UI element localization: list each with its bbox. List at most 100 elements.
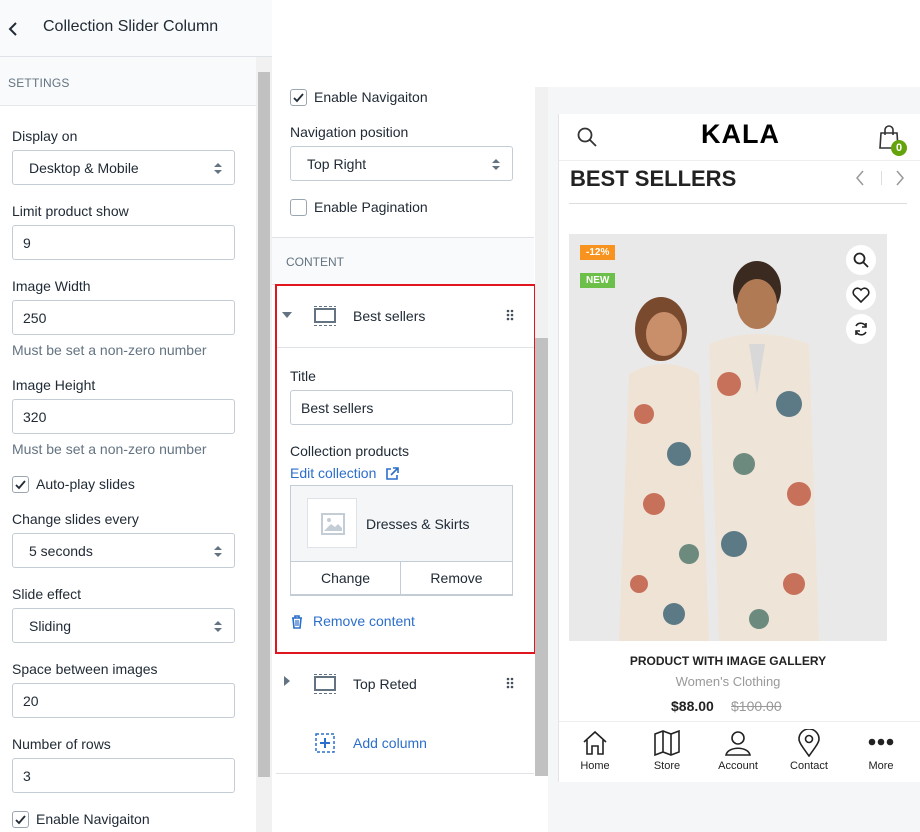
bottom-nav-label: Account xyxy=(718,760,758,772)
enable-nav-label: Enable Navigaiton xyxy=(314,89,428,105)
selected-block-highlight xyxy=(275,284,536,654)
limit-product-value: 9 xyxy=(23,235,31,251)
left-scrollbar-thumb[interactable] xyxy=(258,72,270,777)
enable-pagination-label: Enable Pagination xyxy=(314,199,428,215)
image-width-hint: Must be set a non-zero number xyxy=(12,342,207,358)
nav-separator xyxy=(881,171,882,185)
enable-nav-label-left: Enable Navigaiton xyxy=(36,811,150,827)
product-compare-price: $100.00 xyxy=(731,698,782,714)
nav-position-value: Top Right xyxy=(307,156,367,172)
enable-nav-checkbox[interactable] xyxy=(290,89,307,106)
product-photo-illustration xyxy=(569,234,887,641)
image-width-value: 250 xyxy=(23,310,47,326)
quickview-button[interactable] xyxy=(846,245,876,275)
panel-header: Collection Slider Column xyxy=(0,0,272,57)
bottom-nav: Home Store Account Contact More xyxy=(559,721,920,782)
add-column-row[interactable]: Add column xyxy=(276,714,534,774)
bottom-nav-account[interactable]: Account xyxy=(710,722,766,782)
space-between-value: 20 xyxy=(23,693,39,709)
autoplay-label: Auto-play slides xyxy=(36,476,135,492)
store-logo[interactable]: KALA xyxy=(701,119,780,150)
product-title[interactable]: PRODUCT WITH IMAGE GALLERY xyxy=(559,654,897,668)
image-width-label: Image Width xyxy=(12,278,91,294)
change-slides-select[interactable]: 5 seconds xyxy=(12,533,235,568)
bottom-nav-store[interactable]: Store xyxy=(639,722,695,782)
settings-panel: Collection Slider Column SETTINGS Displa… xyxy=(0,0,272,832)
bottom-nav-home[interactable]: Home xyxy=(567,722,623,782)
image-height-label: Image Height xyxy=(12,377,96,393)
compare-button[interactable] xyxy=(846,314,876,344)
checkmark-icon xyxy=(293,93,304,103)
limit-product-input[interactable]: 9 xyxy=(12,225,235,260)
display-on-select[interactable]: Desktop & Mobile xyxy=(12,150,235,185)
rows-value: 3 xyxy=(23,768,31,784)
slide-effect-value: Sliding xyxy=(29,618,72,634)
sale-badge: -12% xyxy=(580,245,616,260)
section-title: BEST SELLERS xyxy=(570,166,737,191)
nav-position-select[interactable]: Top Right xyxy=(290,146,513,181)
bottom-nav-label: More xyxy=(868,760,894,772)
title-underline xyxy=(569,203,907,204)
checkmark-icon xyxy=(15,480,26,490)
select-arrows-icon xyxy=(492,159,500,170)
bottom-nav-contact[interactable]: Contact xyxy=(781,722,837,782)
display-on-label: Display on xyxy=(12,128,78,144)
bottom-nav-label: Home xyxy=(580,760,610,772)
nav-position-label: Navigation position xyxy=(290,124,409,140)
settings-section-label: SETTINGS xyxy=(8,76,70,90)
add-block-icon xyxy=(315,733,335,753)
header-divider xyxy=(559,160,920,161)
product-category: Women's Clothing xyxy=(675,674,781,689)
wishlist-button[interactable] xyxy=(846,280,876,310)
image-height-value: 320 xyxy=(23,409,47,425)
image-width-input[interactable]: 250 xyxy=(12,300,235,335)
add-column-link[interactable]: Add column xyxy=(353,735,427,751)
image-height-hint: Must be set a non-zero number xyxy=(12,441,207,457)
content-section-header: CONTENT xyxy=(272,237,534,285)
select-arrows-icon xyxy=(214,621,222,632)
checkmark-icon xyxy=(15,815,26,825)
new-badge: NEW xyxy=(580,273,616,288)
back-chevron-icon[interactable] xyxy=(6,18,22,40)
slider-prev-icon[interactable] xyxy=(855,170,865,186)
bottom-nav-more[interactable]: More xyxy=(853,722,909,782)
expand-triangle-icon[interactable] xyxy=(284,676,290,686)
map-icon xyxy=(654,730,680,756)
middle-scrollbar-track[interactable] xyxy=(535,87,548,338)
product-image[interactable] xyxy=(569,234,887,641)
select-arrows-icon xyxy=(214,546,222,557)
display-on-value: Desktop & Mobile xyxy=(29,160,139,176)
panel-title: Collection Slider Column xyxy=(43,18,219,35)
user-icon xyxy=(725,731,751,756)
enable-nav-checkbox-left[interactable] xyxy=(12,811,29,828)
limit-product-label: Limit product show xyxy=(12,203,129,219)
image-height-input[interactable]: 320 xyxy=(12,399,235,434)
location-pin-icon xyxy=(798,729,820,757)
block-name: Top Reted xyxy=(353,676,417,692)
drag-handle-icon[interactable] xyxy=(506,677,514,689)
autoplay-checkbox[interactable] xyxy=(12,476,29,493)
content-section-label: CONTENT xyxy=(286,255,344,269)
cart-count-badge: 0 xyxy=(891,140,907,156)
change-slides-label: Change slides every xyxy=(12,511,139,527)
middle-scrollbar-thumb[interactable] xyxy=(535,338,548,776)
mobile-preview: KALA 0 BEST SELLERS -12% NEW PRODUCT WIT… xyxy=(558,114,920,782)
change-slides-value: 5 seconds xyxy=(29,543,93,559)
search-icon[interactable] xyxy=(577,127,597,147)
enable-pagination-checkbox[interactable] xyxy=(290,199,307,216)
rows-input[interactable]: 3 xyxy=(12,758,235,793)
space-between-input[interactable]: 20 xyxy=(12,683,235,718)
slide-effect-select[interactable]: Sliding xyxy=(12,608,235,643)
more-dots-icon xyxy=(868,738,894,746)
select-arrows-icon xyxy=(214,163,222,174)
rows-label: Number of rows xyxy=(12,736,111,752)
zoom-icon xyxy=(853,252,869,268)
bottom-nav-label: Store xyxy=(653,760,681,772)
space-between-label: Space between images xyxy=(12,661,158,677)
refresh-icon xyxy=(855,322,867,336)
slider-next-icon[interactable] xyxy=(895,170,905,186)
block-top-reted[interactable]: Top Reted xyxy=(276,654,534,716)
bottom-nav-label: Contact xyxy=(790,760,828,772)
settings-section-header: SETTINGS xyxy=(0,57,256,106)
heart-icon xyxy=(852,287,870,303)
